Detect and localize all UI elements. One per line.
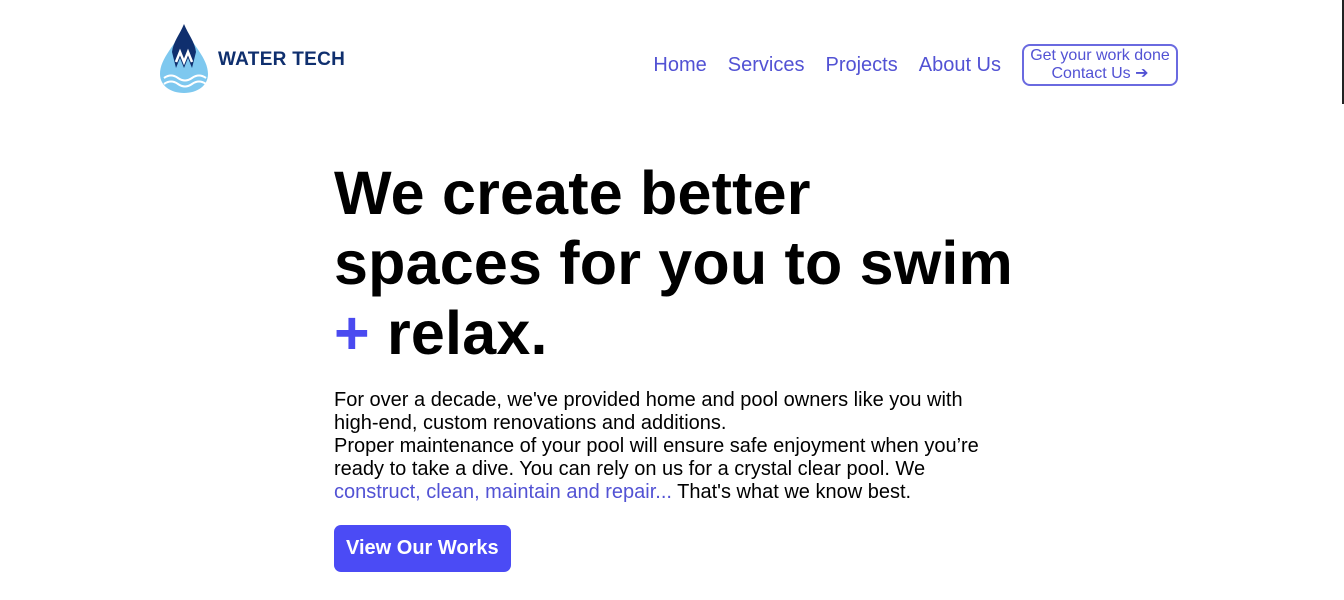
hero-description: For over a decade, we've provided home a…	[334, 389, 994, 504]
nav-home[interactable]: Home	[653, 45, 706, 85]
water-drop-w-icon	[158, 22, 210, 94]
desc-line1: For over a decade, we've provided home a…	[334, 389, 963, 434]
hero-title-line1: We create better	[334, 159, 811, 227]
logo[interactable]: WATER TECH	[158, 22, 345, 94]
nav-projects[interactable]: Projects	[825, 45, 897, 85]
contact-us-button[interactable]: Get your work done Contact Us ➔	[1022, 44, 1178, 86]
desc-line2: Proper maintenance of your pool will ens…	[334, 435, 979, 480]
desc-end: That's what we know best.	[671, 481, 912, 503]
nav-about-us[interactable]: About Us	[919, 45, 1001, 85]
cta-line2: Contact Us	[1051, 65, 1131, 82]
plus-sign: +	[334, 299, 370, 367]
nav-services[interactable]: Services	[728, 45, 805, 85]
desc-highlight: construct, clean, maintain and repair...	[334, 481, 672, 503]
cta-line2-wrap: Contact Us ➔	[1030, 65, 1170, 83]
arrow-right-icon: ➔	[1135, 65, 1149, 82]
hero-title: We create better spaces for you to swim …	[334, 158, 1014, 368]
cta-line1: Get your work done	[1030, 47, 1170, 64]
hero-section: We create better spaces for you to swim …	[334, 158, 1014, 572]
hero-title-line3: relax.	[369, 299, 548, 367]
main-nav: Home Services Projects About Us Get your…	[653, 44, 1178, 86]
view-our-works-button[interactable]: View Our Works	[334, 525, 511, 572]
page: WATER TECH Home Services Projects About …	[0, 0, 1344, 600]
hero-title-line2: spaces for you to swim	[334, 229, 1013, 297]
brand-name: WATER TECH	[218, 49, 346, 70]
